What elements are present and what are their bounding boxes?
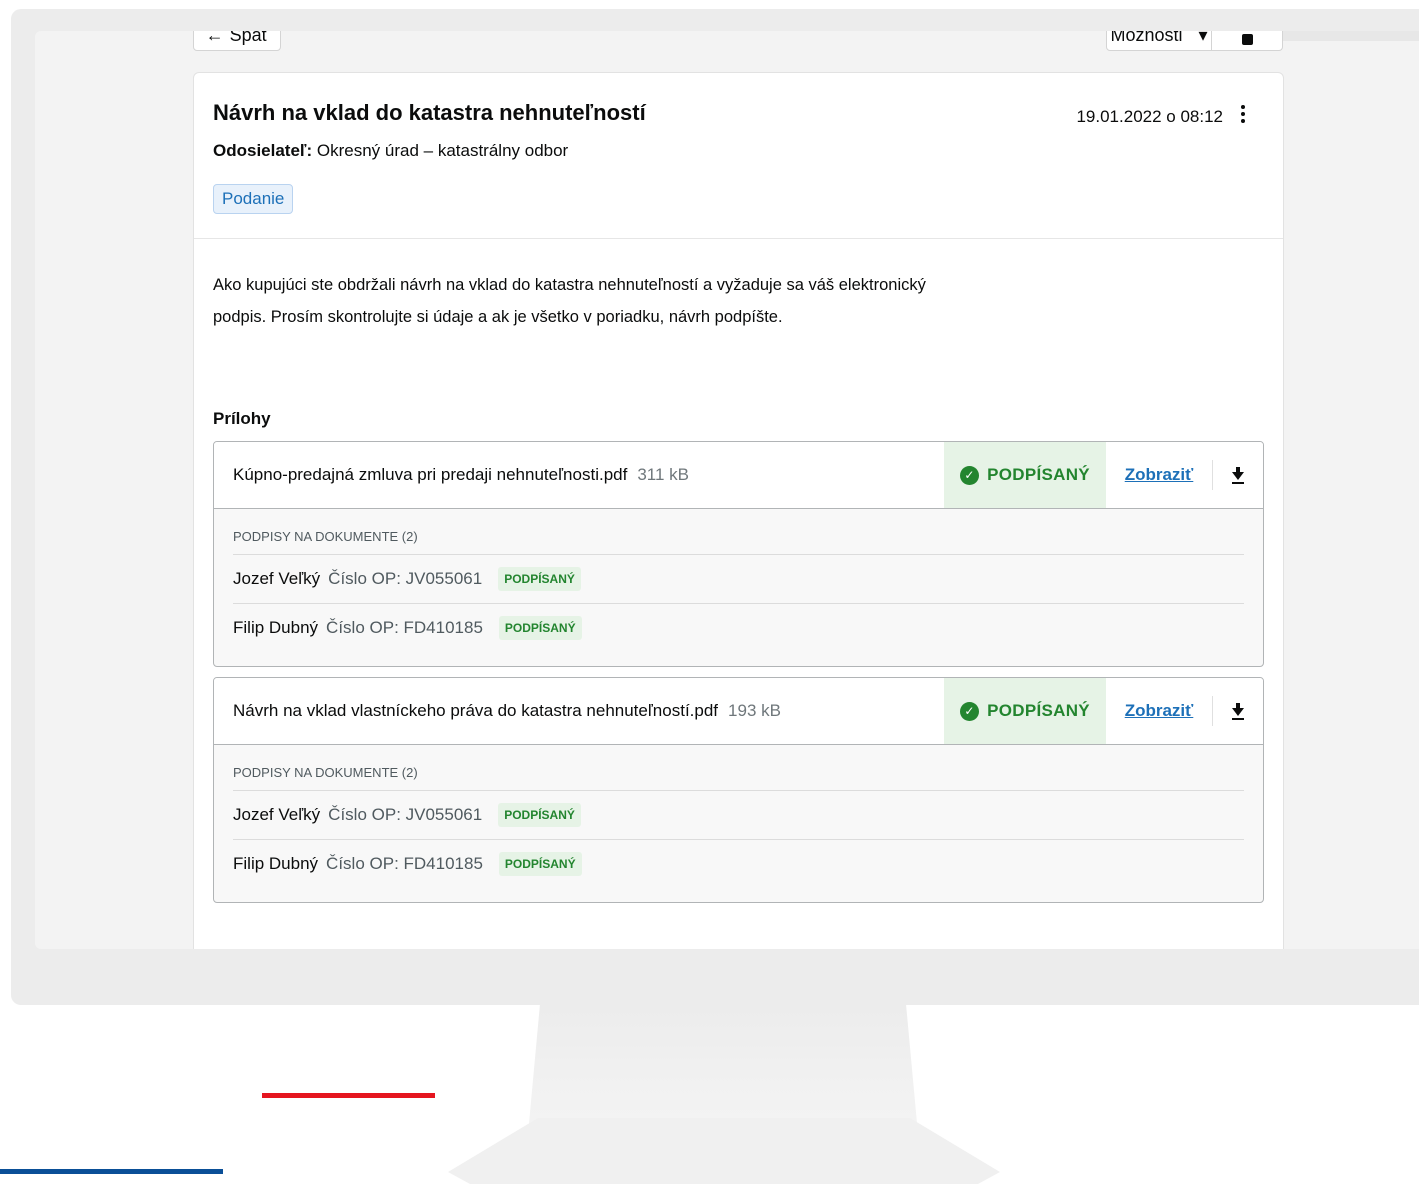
signer-id: Číslo OP: FD410185 (326, 854, 483, 873)
back-button[interactable]: ← Späť (193, 31, 281, 51)
attachment-header: Kúpno-predajná zmluva pri predaji nehnut… (214, 442, 1263, 509)
attachment-status: ✓ PODPÍSANÝ (944, 678, 1106, 744)
accent-red-line (262, 1093, 435, 1098)
back-label: Späť (229, 31, 269, 45)
attachment-name: Kúpno-predajná zmluva pri predaji nehnut… (214, 442, 944, 508)
signer-id: Číslo OP: JV055061 (328, 805, 483, 824)
monitor-stand (528, 1004, 918, 1134)
signatures-list: PODPISY NA DOKUMENTE (2) Jozef Veľký Čís… (214, 745, 1263, 902)
attachments-title: Prílohy (213, 409, 271, 428)
download-icon (1232, 466, 1244, 484)
signer-id: Číslo OP: FD410185 (326, 618, 483, 637)
kebab-menu-icon[interactable] (1241, 105, 1245, 123)
monitor-frame: ← Späť Možnosti ▾ Návrh na vklad do kata… (11, 9, 1419, 1005)
download-button[interactable] (1213, 678, 1263, 744)
chevron-down-icon: ▾ (1198, 31, 1208, 45)
attachment: Návrh na vklad vlastníckeho práva do kat… (213, 677, 1264, 903)
attachment-name: Návrh na vklad vlastníckeho práva do kat… (214, 678, 944, 744)
signer-name: Filip Dubný (233, 854, 319, 873)
signer-name: Jozef Veľký (233, 805, 321, 824)
view-link[interactable]: Zobraziť (1106, 678, 1212, 744)
attachment-filename: Návrh na vklad vlastníckeho práva do kat… (233, 701, 719, 720)
signature-status-badge: PODPÍSANÝ (498, 567, 581, 591)
signer-name: Jozef Veľký (233, 569, 321, 588)
signer-name: Filip Dubný (233, 618, 319, 637)
signature-row: Jozef Veľký Číslo OP: JV055061 PODPÍSANÝ (233, 555, 1244, 604)
message-header: Návrh na vklad do katastra nehnuteľností… (194, 73, 1283, 239)
message-tag: Podanie (213, 184, 294, 214)
attachment-size: 193 kB (728, 701, 781, 720)
check-badge-icon: ✓ (960, 465, 980, 485)
options-label: Možnosti (1110, 31, 1183, 45)
attachment: Kúpno-predajná zmluva pri predaji nehnut… (213, 441, 1264, 667)
signature-row: Filip Dubný Číslo OP: FD410185 PODPÍSANÝ (233, 604, 1244, 652)
attachment-size: 311 kB (637, 465, 689, 484)
signer-id: Číslo OP: JV055061 (328, 569, 483, 588)
attachment-header: Návrh na vklad vlastníckeho práva do kat… (214, 678, 1263, 745)
sender: Odosielateľ: Okresný úrad – katastrálny … (213, 140, 1264, 162)
signature-status-badge: PODPÍSANÝ (498, 803, 581, 827)
options-extra-button[interactable] (1211, 31, 1283, 51)
message-body: Ako kupujúci ste obdržali návrh na vklad… (194, 239, 1283, 903)
signatures-header: PODPISY NA DOKUMENTE (2) (233, 757, 1244, 791)
attachment-status-label: PODPÍSANÝ (987, 465, 1090, 484)
signature-row: Jozef Veľký Číslo OP: JV055061 PODPÍSANÝ (233, 791, 1244, 840)
square-icon (1241, 33, 1253, 45)
signature-status-badge: PODPÍSANÝ (498, 852, 582, 876)
sender-label: Odosielateľ: (213, 141, 313, 160)
attachment-filename: Kúpno-predajná zmluva pri predaji nehnut… (233, 465, 628, 484)
signature-status-badge: PODPÍSANÝ (498, 616, 582, 640)
sender-value: Okresný úrad – katastrálny odbor (316, 141, 569, 160)
signatures-header: PODPISY NA DOKUMENTE (2) (233, 521, 1244, 555)
accent-blue-line (0, 1169, 223, 1174)
signatures-list: PODPISY NA DOKUMENTE (2) Jozef Veľký Čís… (214, 509, 1263, 666)
view-link[interactable]: Zobraziť (1106, 442, 1212, 508)
signature-row: Filip Dubný Číslo OP: FD410185 PODPÍSANÝ (233, 840, 1244, 888)
options-button[interactable]: Možnosti ▾ (1106, 31, 1212, 51)
message-date: 19.01.2022 o 08:12 (1076, 107, 1223, 126)
message-text: Ako kupujúci ste obdržali návrh na vklad… (213, 276, 926, 326)
message-card: Návrh na vklad do katastra nehnuteľností… (193, 72, 1284, 949)
download-icon (1232, 702, 1244, 720)
arrow-left-icon: ← (205, 31, 224, 45)
monitor-base (448, 1118, 1000, 1184)
attachment-status-label: PODPÍSANÝ (987, 701, 1090, 720)
check-badge-icon: ✓ (960, 701, 980, 721)
download-button[interactable] (1213, 442, 1263, 508)
attachment-status: ✓ PODPÍSANÝ (944, 442, 1106, 508)
screen: ← Späť Možnosti ▾ Návrh na vklad do kata… (35, 31, 1419, 949)
